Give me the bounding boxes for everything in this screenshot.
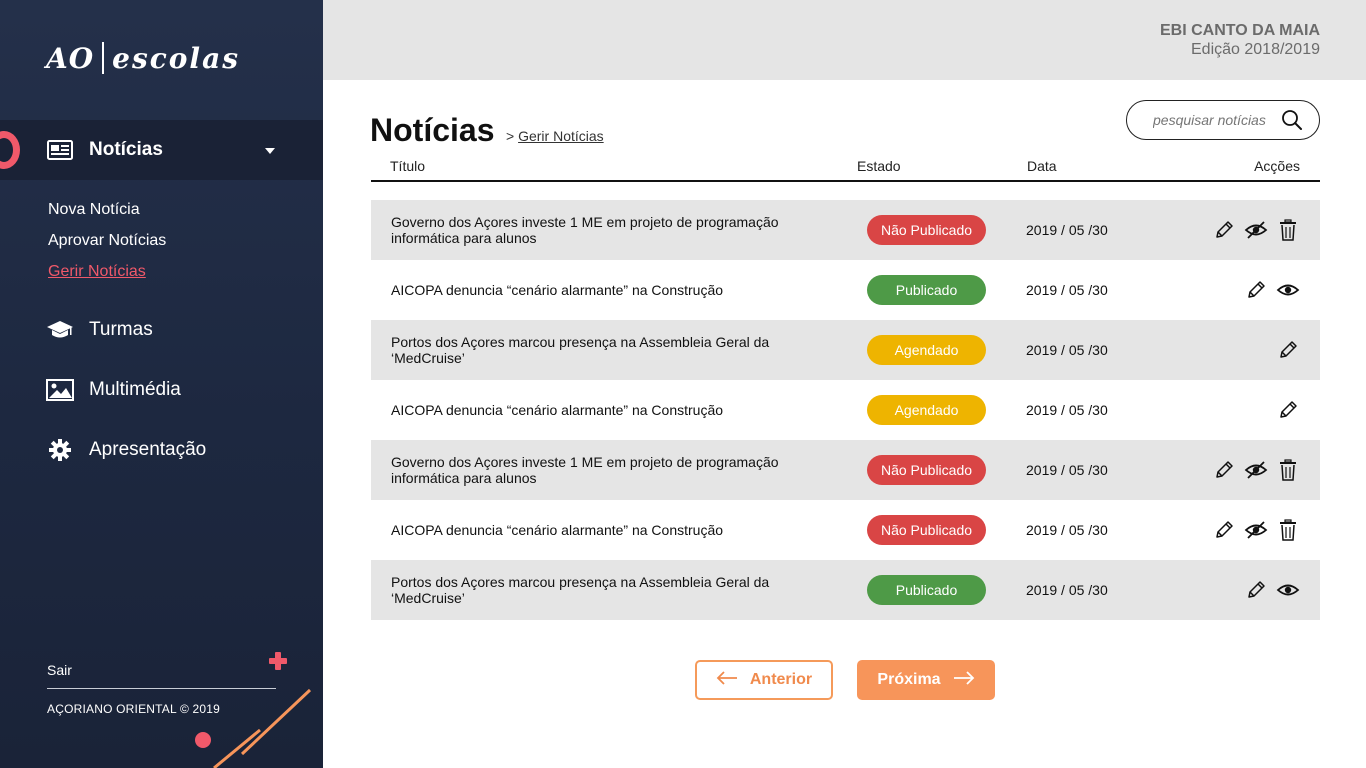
copyright-text: AÇORIANO ORIENTAL © 2019 bbox=[47, 702, 221, 716]
table-row[interactable]: AICOPA denuncia “cenário alarmante” na C… bbox=[371, 380, 1320, 440]
news-date: 2019 / 05 /30 bbox=[1026, 282, 1108, 298]
sidebar-item-noticias[interactable]: Notícias bbox=[46, 138, 163, 162]
news-title: Portos dos Açores marcou presença na Ass… bbox=[391, 574, 770, 606]
school-edition: Edição 2018/2019 bbox=[1191, 41, 1320, 58]
subnav-gerir-noticias[interactable]: Gerir Notícias bbox=[48, 263, 146, 281]
edit-icon[interactable] bbox=[1244, 578, 1268, 602]
news-date: 2019 / 05 /30 bbox=[1026, 342, 1108, 358]
subnav-aprovar-noticias[interactable]: Aprovar Notícias bbox=[48, 232, 166, 250]
news-date: 2019 / 05 /30 bbox=[1026, 462, 1108, 478]
school-info: EBI CANTO DA MAIA Edição 2018/2019 bbox=[1160, 21, 1320, 59]
status-badge: Publicado bbox=[867, 275, 986, 305]
table-row[interactable]: Portos dos Açores marcou presença na Ass… bbox=[371, 320, 1320, 380]
eye-icon[interactable] bbox=[1276, 278, 1300, 302]
edit-icon[interactable] bbox=[1212, 518, 1236, 542]
trash-icon[interactable] bbox=[1276, 458, 1300, 482]
sidebar: AO escolas Notícias Nova Notícia Aprovar… bbox=[0, 0, 323, 768]
row-actions bbox=[1276, 398, 1300, 422]
chevron-down-icon[interactable] bbox=[265, 148, 275, 154]
table-row[interactable]: AICOPA denuncia “cenário alarmante” na C… bbox=[371, 500, 1320, 560]
table-row[interactable]: Portos dos Açores marcou presença na Ass… bbox=[371, 560, 1320, 620]
edit-icon[interactable] bbox=[1276, 338, 1300, 362]
decorative-lines bbox=[213, 688, 312, 768]
newspaper-icon bbox=[46, 138, 74, 162]
edit-icon[interactable] bbox=[1212, 218, 1236, 242]
subnav-nova-noticia[interactable]: Nova Notícia bbox=[48, 201, 140, 219]
page-title: Notícias bbox=[370, 112, 495, 148]
arrow-right-icon bbox=[953, 670, 975, 690]
trash-icon[interactable] bbox=[1276, 218, 1300, 242]
news-title: Governo dos Açores investe 1 ME em proje… bbox=[391, 454, 779, 486]
sidebar-item-label: Notícias bbox=[89, 139, 163, 160]
status-badge: Não Publicado bbox=[867, 455, 986, 485]
status-badge: Publicado bbox=[867, 575, 986, 605]
row-actions bbox=[1244, 278, 1300, 302]
sidebar-item-turmas[interactable]: Turmas bbox=[46, 318, 153, 342]
eye-off-icon[interactable] bbox=[1244, 458, 1268, 482]
column-header-data[interactable]: Data bbox=[1027, 158, 1057, 174]
column-header-estado[interactable]: Estado bbox=[857, 158, 901, 174]
status-badge: Agendado bbox=[867, 335, 986, 365]
breadcrumb-separator: > bbox=[506, 128, 515, 144]
arrow-left-icon bbox=[716, 670, 738, 690]
next-page-button[interactable]: Próxima bbox=[857, 660, 995, 700]
edit-icon[interactable] bbox=[1212, 458, 1236, 482]
sidebar-item-label: Multimédia bbox=[89, 379, 181, 400]
status-badge: Não Publicado bbox=[867, 215, 986, 245]
image-icon bbox=[46, 378, 74, 402]
news-date: 2019 / 05 /30 bbox=[1026, 522, 1108, 538]
table-row[interactable]: AICOPA denuncia “cenário alarmante” na C… bbox=[371, 260, 1320, 320]
logo-escolas: escolas bbox=[112, 41, 240, 75]
news-title: Governo dos Açores investe 1 ME em proje… bbox=[391, 214, 779, 246]
search-box[interactable] bbox=[1126, 100, 1320, 140]
edit-icon[interactable] bbox=[1276, 398, 1300, 422]
breadcrumb-link-gerir[interactable]: Gerir Notícias bbox=[518, 128, 604, 144]
sidebar-item-label: Apresentação bbox=[89, 439, 207, 460]
logo-ao: AO bbox=[46, 41, 95, 75]
row-actions bbox=[1276, 338, 1300, 362]
row-actions bbox=[1212, 518, 1300, 542]
eye-icon[interactable] bbox=[1276, 578, 1300, 602]
table-row[interactable]: Governo dos Açores investe 1 ME em proje… bbox=[371, 440, 1320, 500]
eye-off-icon[interactable] bbox=[1244, 518, 1268, 542]
trash-icon[interactable] bbox=[1276, 518, 1300, 542]
app-root: AO escolas Notícias Nova Notícia Aprovar… bbox=[0, 0, 1366, 768]
gear-icon bbox=[46, 438, 74, 462]
logo-separator bbox=[102, 42, 105, 74]
plus-icon bbox=[269, 652, 287, 670]
breadcrumb: > Gerir Notícias bbox=[506, 128, 604, 144]
news-title: AICOPA denuncia “cenário alarmante” na C… bbox=[391, 282, 724, 298]
news-title: AICOPA denuncia “cenário alarmante” na C… bbox=[391, 402, 724, 418]
row-actions bbox=[1244, 578, 1300, 602]
previous-page-button[interactable]: Anterior bbox=[695, 660, 833, 700]
sidebar-item-multimedia[interactable]: Multimédia bbox=[46, 378, 181, 402]
school-name: EBI CANTO DA MAIA bbox=[1160, 22, 1320, 39]
table-header: Título Estado Data Acções bbox=[371, 158, 1320, 182]
news-date: 2019 / 05 /30 bbox=[1026, 402, 1108, 418]
eye-off-icon[interactable] bbox=[1244, 218, 1268, 242]
table-row[interactable]: Governo dos Açores investe 1 ME em proje… bbox=[371, 200, 1320, 260]
row-actions bbox=[1212, 458, 1300, 482]
news-title: Portos dos Açores marcou presença na Ass… bbox=[391, 334, 770, 366]
news-date: 2019 / 05 /30 bbox=[1026, 222, 1108, 238]
row-actions bbox=[1212, 218, 1300, 242]
graduation-cap-icon bbox=[46, 318, 74, 342]
sidebar-item-label: Turmas bbox=[89, 319, 153, 340]
status-badge: Agendado bbox=[867, 395, 986, 425]
logo[interactable]: AO escolas bbox=[46, 38, 240, 78]
previous-page-label: Anterior bbox=[749, 671, 813, 688]
column-header-titulo[interactable]: Título bbox=[390, 158, 425, 174]
top-bar: EBI CANTO DA MAIA Edição 2018/2019 bbox=[323, 0, 1366, 80]
edit-icon[interactable] bbox=[1244, 278, 1268, 302]
sidebar-item-apresentacao[interactable]: Apresentação bbox=[46, 438, 206, 462]
logout-link[interactable]: Sair bbox=[47, 662, 72, 678]
next-page-label: Próxima bbox=[877, 671, 941, 688]
search-input[interactable] bbox=[1153, 112, 1271, 128]
search-icon[interactable] bbox=[1281, 109, 1303, 136]
news-title: AICOPA denuncia “cenário alarmante” na C… bbox=[391, 522, 724, 538]
column-header-accoes: Acções bbox=[1254, 158, 1300, 174]
news-date: 2019 / 05 /30 bbox=[1026, 582, 1108, 598]
status-badge: Não Publicado bbox=[867, 515, 986, 545]
